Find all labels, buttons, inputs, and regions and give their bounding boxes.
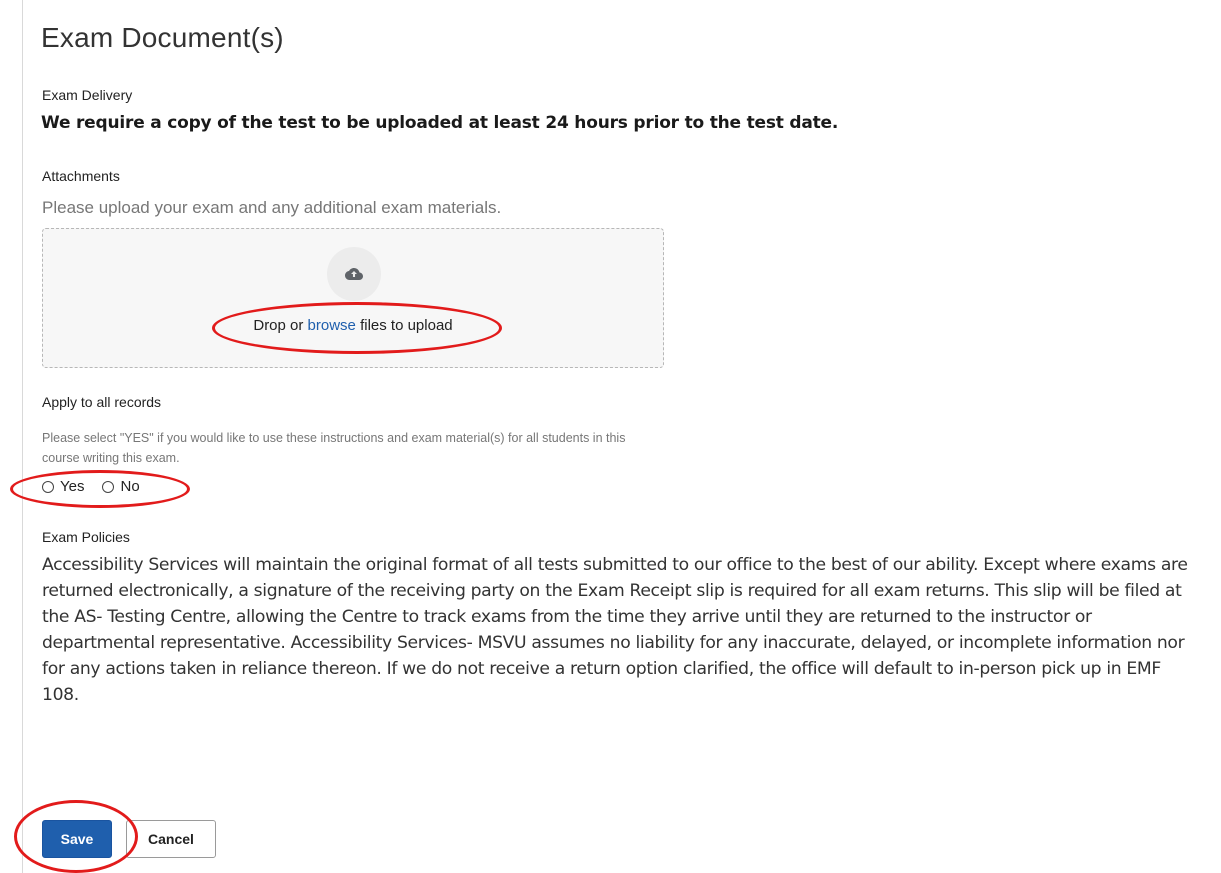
browse-files-link[interactable]: browse <box>308 317 356 334</box>
exam-policies-label: Exam Policies <box>42 529 130 545</box>
exam-policies-text: Accessibility Services will maintain the… <box>42 555 1188 705</box>
dropzone-text-prefix: Drop or <box>253 317 308 334</box>
dropzone-text-suffix: files to upload <box>355 317 453 334</box>
radio-option-no[interactable]: No <box>102 478 140 495</box>
left-border-line <box>22 0 23 873</box>
file-dropzone[interactable]: Drop or browse files to upload <box>42 228 664 368</box>
apply-to-all-label: Apply to all records <box>42 394 162 410</box>
radio-button-no[interactable] <box>102 480 115 493</box>
apply-to-all-help-text: Please select "YES" if you would like to… <box>42 431 626 465</box>
exam-delivery-label: Exam Delivery <box>42 87 133 103</box>
radio-label-yes: Yes <box>60 478 85 495</box>
cloud-upload-icon <box>327 247 381 301</box>
save-button[interactable]: Save <box>42 820 112 858</box>
radio-label-no: No <box>120 478 140 495</box>
exam-delivery-note: We require a copy of the test to be uplo… <box>41 113 839 133</box>
radio-option-yes[interactable]: Yes <box>42 478 84 495</box>
attachments-label: Attachments <box>42 168 120 184</box>
dropzone-text: Drop or browse files to upload <box>43 317 663 334</box>
radio-button-yes[interactable] <box>42 480 54 493</box>
cancel-button[interactable]: Cancel <box>126 820 216 858</box>
page-title: Exam Document(s) <box>41 22 284 53</box>
apply-to-all-radio-group: Yes No <box>42 478 158 495</box>
attachments-help-text: Please upload your exam and any addition… <box>42 198 502 217</box>
